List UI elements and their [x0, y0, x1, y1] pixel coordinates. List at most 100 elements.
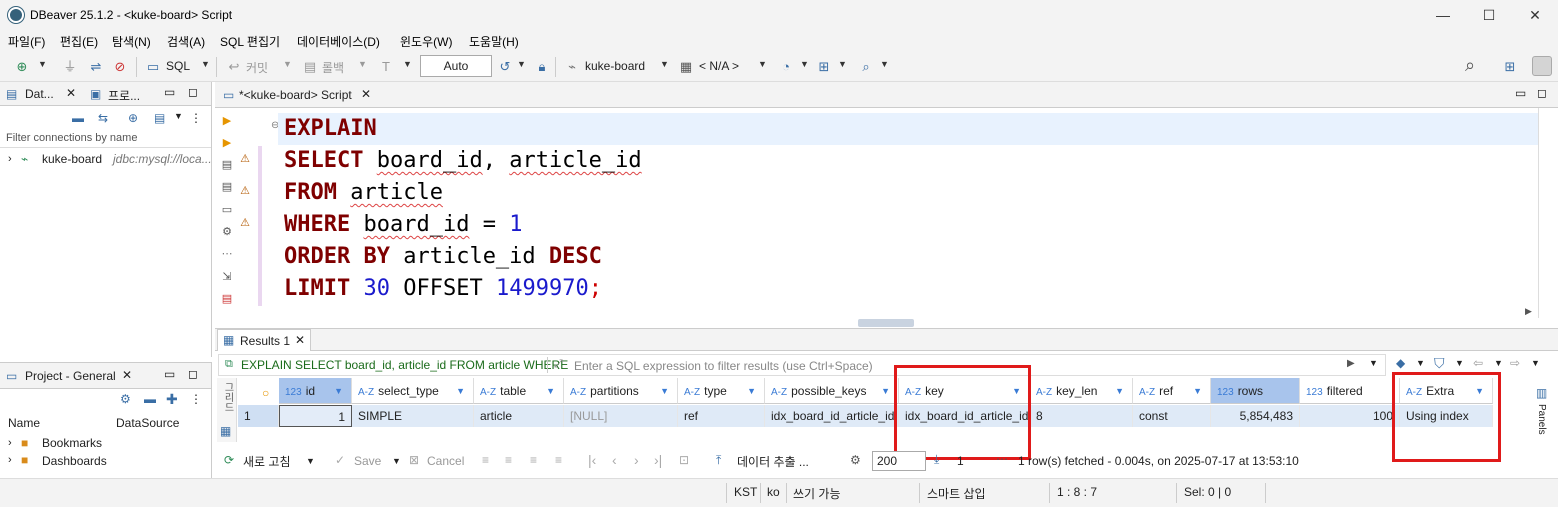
tab-results-1[interactable]: ▦ Results 1 ✕: [217, 329, 311, 351]
chevron-right-icon[interactable]: ›: [8, 454, 12, 466]
connection-filter-input[interactable]: Filter connections by name: [0, 130, 211, 148]
chevron-down-icon[interactable]: ▼: [1193, 378, 1202, 404]
disconnect-icon[interactable]: ⊘: [112, 59, 128, 75]
menu-file[interactable]: 파일(F): [8, 33, 45, 50]
maximize-button[interactable]: ☐: [1466, 0, 1512, 30]
rollback-icon[interactable]: ▤: [302, 59, 318, 75]
transaction-mode-icon[interactable]: T: [378, 59, 394, 75]
eraser-icon[interactable]: ◆: [1396, 356, 1405, 370]
results-filter-input[interactable]: Enter a SQL expression to filter results…: [574, 359, 873, 373]
cancel-icon[interactable]: ⊠: [409, 453, 419, 467]
zoom-icon[interactable]: ⊡: [679, 453, 689, 467]
chevron-down-icon[interactable]: ▼: [800, 59, 809, 69]
back-icon[interactable]: ⇦: [1473, 356, 1483, 370]
panels-icon[interactable]: ▥: [1536, 386, 1547, 400]
settings-icon[interactable]: ⚙: [850, 453, 861, 467]
chevron-down-icon[interactable]: ▼: [838, 59, 847, 69]
more-icon[interactable]: ⋯: [996, 452, 1008, 466]
cell-id[interactable]: 1: [279, 405, 352, 427]
close-icon[interactable]: ✕: [66, 86, 76, 100]
code-line-5[interactable]: ORDER BY article_id DESC: [284, 241, 602, 273]
column-header-possible-keys[interactable]: A-Z possible_keys ▼: [765, 378, 899, 404]
chevron-down-icon[interactable]: ▼: [174, 111, 183, 121]
transaction-mode-field[interactable]: Auto: [420, 55, 492, 77]
new-connection-icon[interactable]: ⊕: [128, 111, 138, 125]
edit-row-icon[interactable]: ≡: [482, 453, 489, 467]
close-icon[interactable]: ✕: [295, 333, 305, 347]
chevron-right-icon[interactable]: ›: [8, 437, 12, 449]
tab-database-navigator[interactable]: Dat...: [25, 87, 54, 101]
global-search-icon[interactable]: ⌕: [1462, 56, 1478, 74]
tab-script[interactable]: *<kuke-board> Script: [239, 88, 352, 102]
scroll-right-icon[interactable]: ▶: [1525, 306, 1532, 317]
connection-name[interactable]: kuke-board: [42, 152, 102, 166]
column-header-table[interactable]: A-Z table ▼: [474, 378, 564, 404]
column-name[interactable]: Name: [8, 416, 40, 430]
cell-key-len[interactable]: 8: [1030, 405, 1133, 427]
close-icon[interactable]: ✕: [122, 368, 132, 382]
search-icon[interactable]: ⌕: [858, 59, 874, 75]
link-icon[interactable]: ⇆: [98, 111, 108, 125]
code-line-4[interactable]: WHERE board_id = 1: [284, 209, 522, 241]
chevron-down-icon[interactable]: ▼: [38, 59, 47, 69]
settings-icon[interactable]: ⚙: [220, 225, 234, 239]
maximize-icon[interactable]: ◻: [1537, 86, 1547, 100]
collapse-icon[interactable]: ▬: [144, 392, 156, 406]
chevron-down-icon[interactable]: ▼: [283, 59, 292, 69]
column-header-filtered[interactable]: 123 filtered: [1300, 378, 1400, 404]
row-number[interactable]: 1: [238, 405, 279, 427]
menu-search[interactable]: 검색(A): [167, 33, 205, 50]
cell-partitions[interactable]: [NULL]: [564, 405, 678, 427]
sql-editor-icon[interactable]: ▭: [145, 59, 161, 75]
chevron-down-icon[interactable]: ▼: [758, 59, 767, 69]
column-header-id[interactable]: 123 id ▼: [279, 378, 352, 404]
chevron-down-icon[interactable]: ▼: [881, 378, 890, 404]
column-header-type[interactable]: A-Z type ▼: [678, 378, 765, 404]
chevron-right-icon[interactable]: ›: [8, 153, 12, 165]
column-header-partitions[interactable]: A-Z partitions ▼: [564, 378, 678, 404]
splitter-handle[interactable]: [858, 319, 914, 327]
apply-filter-icon[interactable]: ▶: [1347, 358, 1355, 369]
chevron-down-icon[interactable]: ▼: [880, 59, 889, 69]
column-header-key-len[interactable]: A-Z key_len ▼: [1030, 378, 1133, 404]
last-page-icon[interactable]: ›|: [654, 452, 662, 468]
cell-select-type[interactable]: SIMPLE: [352, 405, 474, 427]
cell-rows[interactable]: 5,854,483: [1211, 405, 1300, 427]
perspective-icon[interactable]: ⊞: [1502, 59, 1518, 75]
filter-icon[interactable]: ▤: [154, 111, 165, 125]
expand-icon[interactable]: ⤢: [554, 358, 563, 371]
explain-plan-icon[interactable]: ▤: [220, 180, 234, 194]
minimize-icon[interactable]: ▭: [1515, 86, 1526, 100]
prev-page-icon[interactable]: ‹: [612, 452, 617, 468]
execute-script-icon[interactable]: ▤: [220, 158, 234, 172]
menu-sql-editor[interactable]: SQL 편집기: [220, 33, 280, 50]
code-line-6[interactable]: LIMIT 30 OFFSET 1499970;: [284, 273, 602, 305]
history-icon[interactable]: ↺: [497, 59, 513, 75]
chevron-down-icon[interactable]: ▼: [747, 378, 756, 404]
commit-icon[interactable]: ↩: [226, 59, 242, 75]
rollback-button[interactable]: 롤백: [322, 59, 344, 76]
delete-row-icon[interactable]: ≡: [555, 453, 562, 467]
editor-vertical-scrollbar[interactable]: [1538, 108, 1556, 318]
menu-database[interactable]: 데이터베이스(D): [297, 33, 380, 50]
chevron-down-icon[interactable]: ▼: [517, 59, 526, 69]
menu-help[interactable]: 도움말(H): [469, 33, 519, 50]
menu-window[interactable]: 윈도우(W): [400, 33, 452, 50]
code-line-3[interactable]: FROM article: [284, 177, 443, 209]
chevron-down-icon[interactable]: ▼: [546, 378, 555, 404]
cell-possible-keys[interactable]: idx_board_id_article_id: [765, 405, 899, 427]
menu-navigate[interactable]: 탐색(N): [112, 33, 151, 50]
execute-statement-icon[interactable]: ▶: [220, 114, 234, 128]
chevron-down-icon[interactable]: ▼: [403, 59, 412, 69]
chevron-down-icon[interactable]: ▼: [392, 456, 401, 466]
add-row-icon[interactable]: ≡: [505, 453, 512, 467]
code-line-2[interactable]: SELECT board_id, article_id: [284, 145, 642, 177]
filter-icon[interactable]: ⛉: [1434, 355, 1445, 372]
chevron-down-icon[interactable]: ▼: [1494, 358, 1503, 368]
view-menu-icon[interactable]: ⋮: [190, 111, 202, 125]
view-menu-icon[interactable]: ⋮: [190, 392, 202, 406]
refresh-icon[interactable]: ⟳: [224, 453, 234, 467]
save-icon[interactable]: ✓: [335, 453, 345, 467]
chevron-down-icon[interactable]: ▼: [306, 456, 315, 466]
column-header-ref[interactable]: A-Z ref ▼: [1133, 378, 1211, 404]
